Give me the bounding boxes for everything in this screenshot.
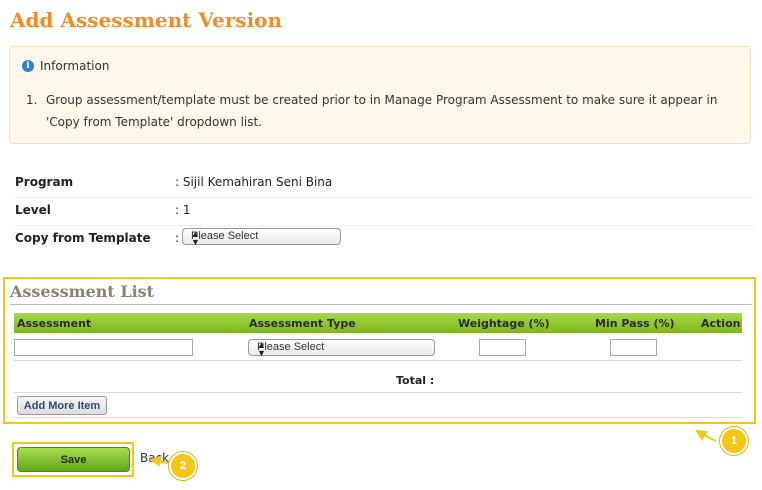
callout-badge-1: 1 (720, 427, 748, 455)
callout-arrows (148, 429, 717, 467)
callout-badge-2: 2 (169, 452, 197, 480)
